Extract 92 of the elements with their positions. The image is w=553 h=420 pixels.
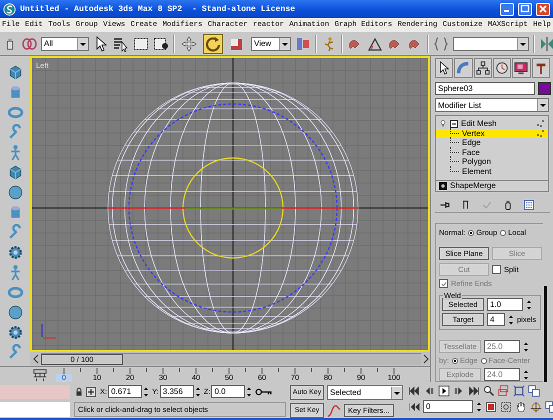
bent-pipe-icon [456,61,470,75]
plus-box-icon[interactable] [439,182,447,190]
key-mode-icon[interactable] [408,400,420,412]
spinner-icon[interactable] [523,370,529,380]
coordinate-field[interactable]: 0.671 [108,385,142,398]
magnifier-icon[interactable] [483,385,495,397]
weld-threshold-field[interactable]: 1.0 [487,298,523,311]
close-icon [538,4,548,14]
caret-icon[interactable] [539,102,547,108]
dashed-rectangle-icon[interactable] [133,36,149,52]
play-icon[interactable] [438,385,450,397]
selection-filter-dropdown[interactable]: All [41,36,89,50]
monitor-icon [514,61,528,75]
stack-item[interactable]: Element [436,166,548,176]
pivot-icon[interactable] [295,36,311,52]
tangent-curve-icon[interactable] [327,404,341,418]
create-tab[interactable] [435,58,454,78]
panel-scrollbar[interactable] [544,286,547,382]
check-icon[interactable] [481,199,493,211]
modifier-list-dropdown[interactable]: Modifier List [435,98,549,112]
dots-icon [536,130,544,138]
caret-icon[interactable] [393,390,401,396]
time-configuration-icon[interactable] [485,400,497,412]
angle-snap-icon[interactable] [367,36,383,52]
spinner-icon[interactable] [508,314,514,324]
region-zoom-icon[interactable] [500,400,512,412]
cursor-icon [437,61,452,75]
display-tab[interactable] [512,58,531,78]
go-to-start-icon[interactable] [408,385,420,397]
overlapping-squares-icon[interactable] [528,385,540,397]
object-color-swatch[interactable] [538,82,551,95]
absolute-mode-icon[interactable] [85,386,97,398]
named-selection-dropdown[interactable] [453,36,529,50]
current-frame-field[interactable]: 0 [423,400,473,413]
listener-output-field[interactable] [0,402,70,417]
zoom-extents-icon[interactable] [513,385,525,397]
clock-icon [495,61,510,75]
dots-icon [536,120,544,128]
stack-item[interactable]: Polygon [436,157,548,166]
minus-box-icon[interactable] [450,120,458,128]
minimize-button[interactable] [500,2,514,16]
sphere-icon[interactable] [6,304,24,321]
pin-icon[interactable] [439,199,451,211]
move-icon [181,36,197,52]
key-mode-dropdown[interactable]: Selected [327,385,403,400]
sphere-icon[interactable] [6,184,24,201]
listener-input-field[interactable] [0,385,70,399]
motion-tab[interactable] [492,58,512,78]
hierarchy-tab[interactable] [474,58,492,78]
rotate-icon [205,36,221,52]
object-name-field[interactable]: Sphere03 [435,82,535,95]
app-icon [3,2,16,16]
coordinate-field[interactable]: 0.0 [211,385,246,398]
coordinate-field[interactable]: 3.356 [160,385,194,398]
lightbulb-icon[interactable] [439,119,447,128]
caret-icon[interactable] [79,40,87,46]
stack-item[interactable]: Edit Mesh [436,119,548,128]
window-title: Untitled - Autodesk 3ds Max 8 SP2 - Stand-alone License [20,4,296,14]
stack-item[interactable]: Face [436,148,548,157]
axis-tripod-icon [41,324,56,339]
next-frame-icon[interactable] [453,385,465,397]
gear-icon[interactable] [6,244,24,261]
timeline-icon[interactable] [32,368,48,382]
lock-icon[interactable] [74,386,84,398]
link-icon[interactable] [21,36,37,52]
target-pixels-field[interactable]: 4 [487,313,505,326]
hand-icon[interactable] [515,400,527,412]
stack-item[interactable]: ShapeMerge [436,180,548,191]
caret-icon[interactable] [281,40,289,46]
spinner-icon[interactable] [476,402,482,412]
spinner-icon[interactable] [523,342,529,352]
close-button[interactable] [536,2,550,16]
list-icon[interactable] [523,199,535,211]
maximize-button[interactable] [518,2,532,16]
stack-item[interactable]: Edge [436,138,548,148]
hierarchy-icon [476,61,490,75]
reference-coordinate-dropdown[interactable]: View [251,36,291,50]
list-cursor-icon[interactable] [113,36,129,52]
hammer-icon [534,61,548,75]
rotate-button[interactable] [203,34,223,54]
maximize-icon [520,4,530,14]
go-to-end-icon[interactable] [468,385,480,397]
utilities-tab[interactable] [532,58,550,78]
rotate-gizmo-drawing[interactable] [108,103,358,313]
check-icon [440,280,446,286]
arc-rotate-icon[interactable] [530,400,542,412]
mirror-icon[interactable] [539,36,553,52]
caret-icon[interactable] [519,40,527,46]
stack-item[interactable]: Vertex [436,128,548,138]
spinner-icon[interactable] [526,300,532,310]
braces-icon[interactable] [433,36,449,52]
gear-icon[interactable] [6,324,24,341]
